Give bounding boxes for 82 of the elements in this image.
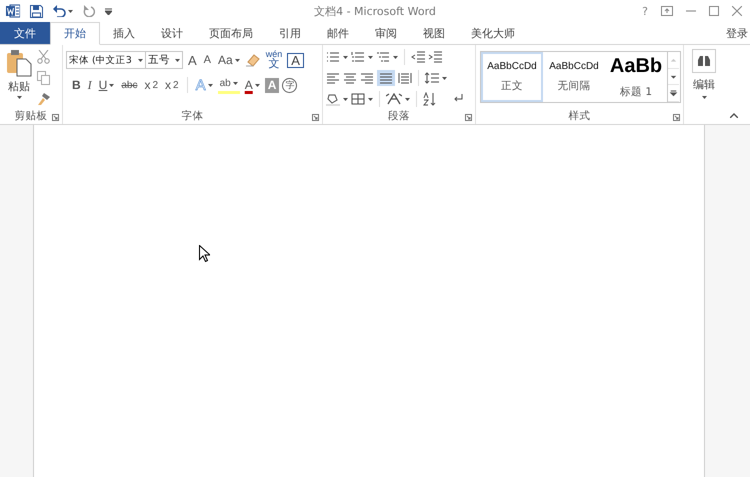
dialog-launcher-icon[interactable]: [673, 114, 680, 121]
character-border-button[interactable]: A: [287, 52, 304, 68]
enclose-character-button[interactable]: 字: [282, 78, 298, 92]
increase-indent-icon[interactable]: [428, 51, 442, 63]
numbering-icon[interactable]: [351, 51, 365, 63]
undo-icon[interactable]: [53, 5, 73, 17]
caret-icon: [368, 56, 373, 58]
ribbon-tab[interactable]: 引用: [266, 22, 314, 44]
ribbon-tab[interactable]: 审阅: [362, 22, 410, 44]
eraser-icon[interactable]: [244, 52, 261, 68]
align-center-icon[interactable]: [343, 72, 357, 84]
align-left-icon[interactable]: [326, 72, 340, 84]
style-item[interactable]: AaBbCcDd 正文: [481, 52, 543, 102]
word-logo-icon[interactable]: [6, 4, 20, 18]
ribbon-tab[interactable]: 美化大师: [458, 22, 528, 44]
style-item[interactable]: AaBbCcDd 无间隔: [543, 52, 605, 102]
customize-icon[interactable]: [105, 8, 112, 14]
dialog-launcher-icon[interactable]: [312, 114, 319, 121]
line-spacing-icon[interactable]: [425, 72, 439, 84]
mouse-pointer-icon: [199, 245, 210, 262]
text-effects-button[interactable]: A: [194, 76, 215, 94]
cut-icon[interactable]: [37, 50, 50, 64]
borders-icon[interactable]: [351, 93, 365, 105]
paste-button[interactable]: 粘贴: [3, 49, 35, 99]
style-item[interactable]: AaBb 标题 1: [605, 52, 667, 102]
shading-icon[interactable]: [326, 92, 340, 106]
group-label: 字体: [182, 109, 204, 124]
distributed-icon[interactable]: [398, 72, 412, 84]
caret-icon: [343, 98, 348, 100]
group-label: 段落: [388, 109, 410, 124]
shrink-font-button[interactable]: A: [202, 51, 214, 69]
underline-button[interactable]: U: [96, 76, 116, 94]
file-tab[interactable]: 文件: [0, 22, 50, 44]
font-size-field[interactable]: 五号: [145, 51, 183, 69]
phonetic-guide-button[interactable]: wén 文: [264, 49, 284, 71]
format-painter-icon[interactable]: [37, 92, 51, 106]
ribbon-tab[interactable]: 设计: [148, 22, 196, 44]
bold-button[interactable]: B: [70, 76, 83, 94]
caret-icon: [343, 56, 348, 58]
ribbon-display-icon[interactable]: [661, 6, 673, 16]
font-name-field[interactable]: 宋体 (中文正3: [66, 51, 146, 69]
caret-icon: [368, 98, 373, 100]
ribbon-tab[interactable]: 开始: [50, 22, 100, 45]
caret-icon: [702, 96, 706, 99]
ribbon-tab[interactable]: 邮件: [314, 22, 362, 44]
window-title: 文档4 - Microsoft Word: [314, 5, 436, 18]
dialog-launcher-icon[interactable]: [465, 114, 472, 121]
grow-font-button[interactable]: A: [186, 51, 199, 69]
change-case-button[interactable]: Aa: [216, 51, 242, 69]
decrease-indent-icon[interactable]: [411, 51, 425, 63]
ribbon-tab[interactable]: 页面布局: [196, 22, 266, 44]
caret-icon: [16, 96, 22, 99]
highlight-button[interactable]: ab: [218, 76, 240, 94]
caret-icon: [138, 58, 143, 62]
group-label: 剪贴板: [14, 109, 48, 124]
maximize-icon[interactable]: [709, 6, 719, 16]
collapse-ribbon-icon[interactable]: [730, 113, 738, 118]
font-color-button[interactable]: A: [242, 76, 262, 94]
sort-icon[interactable]: [423, 92, 437, 106]
binoculars-icon: [697, 55, 711, 67]
dialog-launcher-icon[interactable]: [52, 114, 59, 121]
editing-button[interactable]: 编辑: [692, 49, 716, 124]
ribbon-tab[interactable]: 视图: [410, 22, 458, 44]
caret-icon: [442, 76, 447, 80]
close-icon[interactable]: [732, 6, 742, 16]
multilevel-list-icon[interactable]: [376, 51, 390, 63]
minimize-icon[interactable]: [686, 10, 696, 12]
ribbon-tab[interactable]: 插入: [100, 22, 148, 44]
caret-icon: [393, 56, 398, 58]
redo-icon[interactable]: [83, 5, 95, 17]
caret-icon: [175, 58, 180, 62]
strikethrough-button[interactable]: abc: [119, 76, 140, 94]
clipboard-icon: [6, 49, 32, 77]
italic-button[interactable]: I: [86, 76, 94, 94]
save-icon[interactable]: [30, 4, 43, 18]
align-right-icon[interactable]: [360, 72, 374, 84]
group-label: 样式: [568, 109, 590, 124]
caret-icon: [405, 98, 410, 100]
chinese-layout-icon[interactable]: [386, 93, 402, 105]
bullets-icon[interactable]: [326, 51, 340, 63]
help-button[interactable]: ?: [642, 4, 648, 18]
sign-in-link[interactable]: 登录: [726, 22, 750, 44]
